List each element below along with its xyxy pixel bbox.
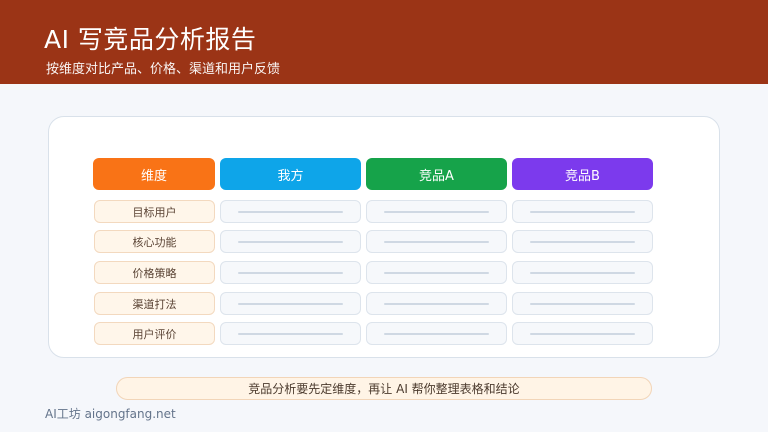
column-header-competitor-b: 竞品B [512,158,653,190]
cell-placeholder [220,322,361,345]
cell-placeholder [220,292,361,315]
column-header-ours: 我方 [220,158,361,190]
footer-brand: AI工坊 aigongfang.net [45,407,176,421]
cell-placeholder [366,200,507,223]
cell-placeholder [220,200,361,223]
cell-placeholder [512,200,653,223]
cell-placeholder [512,292,653,315]
cell-placeholder [366,230,507,253]
row-label-channel-play: 渠道打法 [94,292,215,315]
cell-placeholder [512,322,653,345]
row-label-target-users: 目标用户 [94,200,215,223]
cell-placeholder [220,230,361,253]
cell-placeholder [512,230,653,253]
header-banner: AI 写竞品分析报告 按维度对比产品、价格、渠道和用户反馈 [0,0,768,84]
row-label-user-reviews: 用户评价 [94,322,215,345]
page-title: AI 写竞品分析报告 [44,25,257,54]
cell-placeholder [366,322,507,345]
cell-placeholder [366,292,507,315]
cell-placeholder [512,261,653,284]
cell-placeholder [220,261,361,284]
column-header-dimension: 维度 [93,158,215,190]
tip-banner: 竞品分析要先定维度，再让 AI 帮你整理表格和结论 [116,377,652,400]
comparison-table-card: 维度 我方 竞品A 竞品B 目标用户 核心功能 价格策略 渠道打法 用户评价 [48,116,720,358]
column-header-competitor-a: 竞品A [366,158,507,190]
row-label-core-features: 核心功能 [94,230,215,253]
row-label-pricing-strategy: 价格策略 [94,261,215,284]
cell-placeholder [366,261,507,284]
page-subtitle: 按维度对比产品、价格、渠道和用户反馈 [46,62,281,77]
